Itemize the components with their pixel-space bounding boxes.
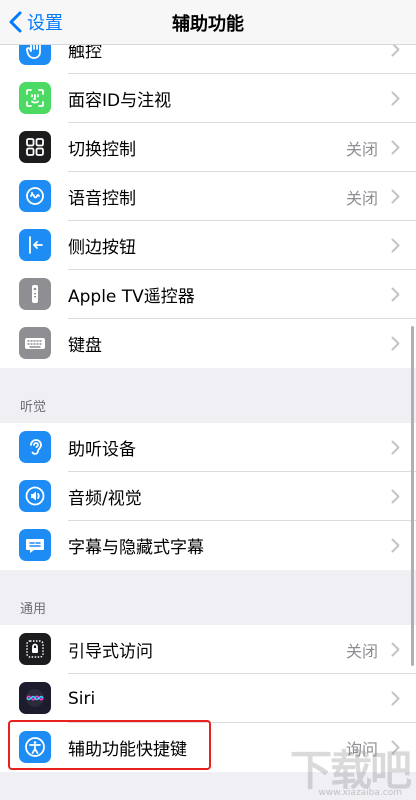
chevron-right-icon [391, 691, 400, 706]
chevron-right-icon [391, 140, 400, 155]
row-value: 关闭 [345, 139, 378, 159]
group-hearing: 助听设备音频/视觉字幕与隐藏式字幕 [0, 423, 416, 570]
row-label: 侧边按钮 [68, 238, 136, 258]
audio-visual-icon [19, 480, 51, 512]
row-value: 关闭 [345, 641, 378, 661]
settings-row-subtitles[interactable]: 字幕与隐藏式字幕 [0, 521, 416, 570]
siri-icon [19, 682, 51, 714]
subtitles-icon [19, 529, 51, 561]
settings-row-side-button[interactable]: 侧边按钮 [0, 221, 416, 270]
highlight-box [8, 720, 211, 770]
row-label: 引导式访问 [68, 642, 153, 662]
row-label: 切换控制 [68, 140, 136, 160]
row-value: 关闭 [345, 188, 378, 208]
tv-remote-icon [19, 278, 51, 310]
ear-icon [19, 431, 51, 463]
chevron-right-icon [391, 336, 400, 351]
chevron-right-icon [391, 91, 400, 106]
chevron-right-icon [391, 287, 400, 302]
watermark-url: www.xiazaiba.com [318, 788, 402, 798]
section-header-general: 通用 [0, 570, 416, 625]
chevron-right-icon [391, 538, 400, 553]
settings-row-face-id[interactable]: 面容ID与注视 [0, 74, 416, 123]
settings-row-switch-control[interactable]: 切换控制 关闭 [0, 123, 416, 172]
settings-row-tv-remote[interactable]: Apple TV遥控器 [0, 270, 416, 319]
row-label: Apple TV遥控器 [68, 287, 195, 307]
section-header-hearing: 听觉 [0, 368, 416, 423]
voice-control-icon [19, 180, 51, 212]
row-label: 助听设备 [68, 440, 136, 460]
group-interaction: 触控 面容ID与注视 切换控制 关闭 语音控制 关闭 侧边按钮 Apple TV遥控器 键盘 [0, 25, 416, 368]
settings-list: 触控 面容ID与注视 切换控制 关闭 语音控制 关闭 侧边按钮 Apple TV遥控器 键盘 听… [0, 25, 416, 772]
nav-bar: 设置 辅助功能 [0, 0, 416, 45]
row-label: 键盘 [68, 336, 102, 356]
settings-row-voice-control[interactable]: 语音控制 关闭 [0, 172, 416, 221]
chevron-right-icon [391, 642, 400, 657]
chevron-right-icon [391, 189, 400, 204]
chevron-right-icon [391, 489, 400, 504]
chevron-right-icon [391, 238, 400, 253]
keyboard-icon [19, 327, 51, 359]
chevron-right-icon [391, 440, 400, 455]
settings-row-guided-access[interactable]: 引导式访问 关闭 [0, 625, 416, 674]
settings-row-keyboard[interactable]: 键盘 [0, 319, 416, 368]
guided-access-icon [19, 633, 51, 665]
settings-row-siri[interactable]: Siri [0, 674, 416, 723]
row-label: 面容ID与注视 [68, 91, 172, 111]
face-id-icon [19, 82, 51, 114]
row-label: 语音控制 [68, 189, 136, 209]
settings-row-ear[interactable]: 助听设备 [0, 423, 416, 472]
page-title: 辅助功能 [172, 14, 244, 35]
scroll-indicator[interactable] [411, 326, 414, 666]
row-label: 音频/视觉 [68, 489, 142, 509]
settings-row-audio-visual[interactable]: 音频/视觉 [0, 472, 416, 521]
row-label: 字幕与隐藏式字幕 [68, 538, 204, 558]
side-button-icon [19, 229, 51, 261]
row-label: Siri [68, 688, 96, 709]
switch-control-icon [19, 131, 51, 163]
